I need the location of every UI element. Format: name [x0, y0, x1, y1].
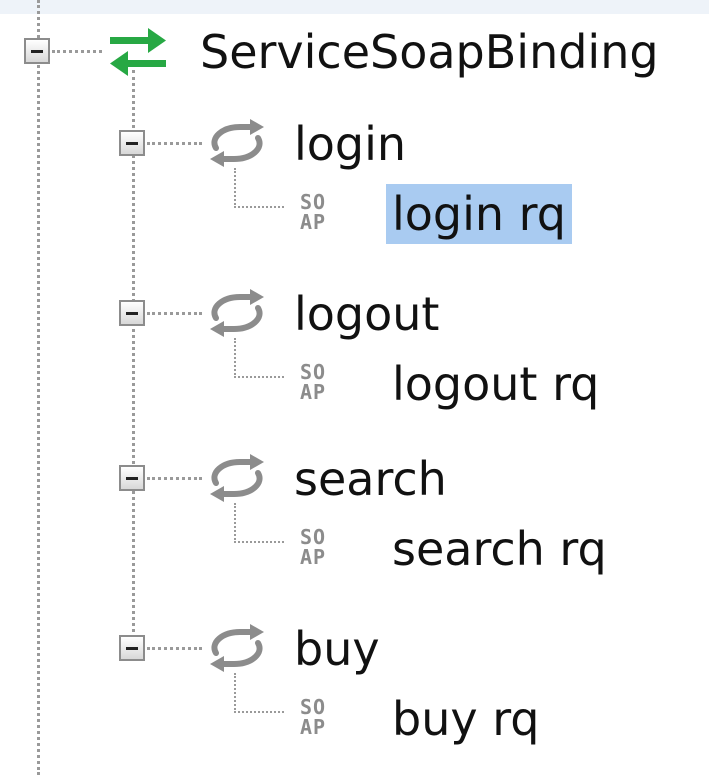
soap-request-icon: SO AP: [300, 362, 338, 410]
binding-expander[interactable]: [24, 38, 50, 64]
operation-label-logout[interactable]: logout: [294, 284, 439, 344]
tree-connector: [147, 142, 202, 145]
panel-top-strip: [0, 0, 709, 14]
tree-connector: [234, 338, 284, 378]
tree-connector: [234, 503, 284, 543]
binding-label[interactable]: ServiceSoapBinding: [200, 22, 659, 82]
request-label-login[interactable]: login rq: [386, 184, 572, 244]
operation-label-search[interactable]: search: [294, 449, 447, 509]
request-label-buy[interactable]: buy rq: [392, 689, 540, 749]
soap-icon-bottom: AP: [300, 380, 327, 404]
operation-cycle-icon: [210, 624, 264, 672]
operation-expander-logout[interactable]: [119, 300, 145, 326]
soap-request-icon: SO AP: [300, 527, 338, 575]
tree-connector: [147, 312, 202, 315]
soap-request-icon: SO AP: [300, 697, 338, 745]
tree-guide-root: [37, 0, 40, 775]
tree-connector: [52, 50, 102, 53]
soap-icon-bottom: AP: [300, 545, 327, 569]
tree-connector: [234, 168, 284, 208]
request-label-search[interactable]: search rq: [392, 519, 607, 579]
tree-connector: [147, 477, 202, 480]
tree-guide-binding: [132, 70, 135, 650]
operation-expander-buy[interactable]: [119, 635, 145, 661]
soap-request-icon: SO AP: [300, 192, 338, 240]
operation-cycle-icon: [210, 289, 264, 337]
operation-label-buy[interactable]: buy: [294, 619, 380, 679]
operation-cycle-icon: [210, 119, 264, 167]
operation-cycle-icon: [210, 454, 264, 502]
operation-expander-search[interactable]: [119, 465, 145, 491]
soap-icon-bottom: AP: [300, 210, 327, 234]
tree-connector: [234, 673, 284, 713]
soap-icon-bottom: AP: [300, 715, 327, 739]
request-label-logout[interactable]: logout rq: [392, 354, 599, 414]
binding-arrows-icon: [110, 28, 166, 76]
operation-label-login[interactable]: login: [294, 114, 406, 174]
operation-expander-login[interactable]: [119, 130, 145, 156]
tree-connector: [147, 647, 202, 650]
